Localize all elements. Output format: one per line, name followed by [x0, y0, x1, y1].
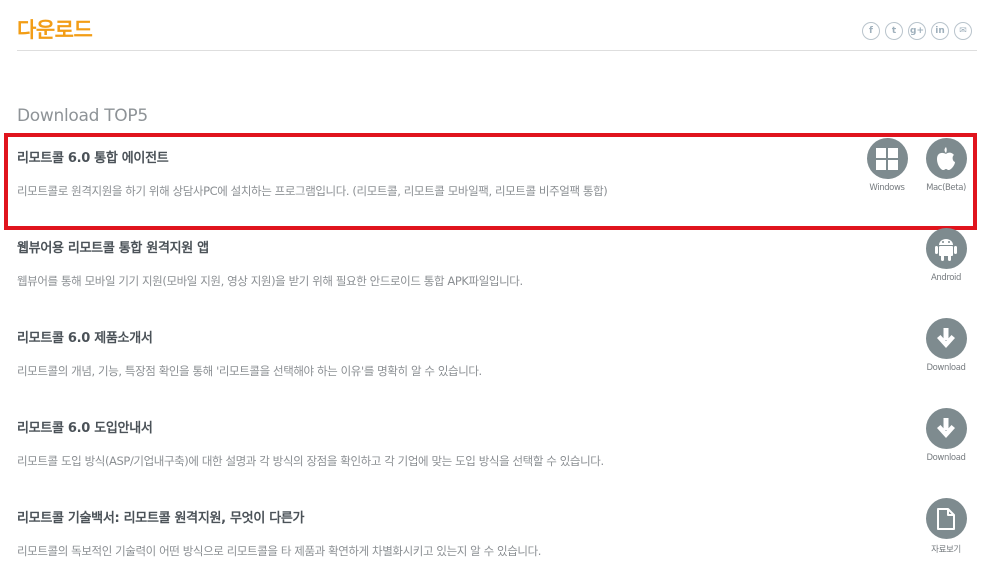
android-icon	[925, 228, 967, 269]
googleplus-icon[interactable]: g+	[908, 22, 926, 40]
item-title[interactable]: 리모트콜 6.0 도입안내서	[17, 417, 153, 436]
item-title[interactable]: 리모트콜 6.0 통합 에이전트	[17, 147, 169, 166]
item-title[interactable]: 웹뷰어용 리모트콜 통합 원격지원 앱	[17, 237, 209, 256]
header-divider	[17, 50, 977, 51]
download-page: 다운로드 f t g+ in ✉ Download TOP5 리모트콜 6.0 …	[0, 0, 987, 583]
item-description: 리모트콜의 독보적인 기술력이 어떤 방식으로 리모트콜을 타 제품과 확연하게…	[17, 544, 542, 558]
item-description: 리모트콜의 개념, 기능, 특장점 확인을 통해 '리모트콜을 선택해야 하는 …	[17, 364, 482, 378]
button-label: Mac(Beta)	[926, 183, 966, 193]
button-label: Android	[930, 273, 962, 283]
mac-download-button[interactable]: Mac(Beta)	[917, 138, 975, 193]
mail-icon[interactable]: ✉	[954, 22, 972, 40]
button-label: Download	[926, 363, 966, 373]
social-share-bar: f t g+ in ✉	[862, 22, 972, 40]
windows-download-button[interactable]: Windows	[858, 138, 916, 193]
facebook-icon[interactable]: f	[862, 22, 880, 40]
item-description: 리모트콜 도입 방식(ASP/기업내구축)에 대한 설명과 각 방식의 장점을 …	[17, 454, 604, 468]
download-button[interactable]: Download	[917, 408, 975, 463]
button-label: Windows	[869, 183, 905, 193]
section-heading: Download TOP5	[17, 106, 148, 126]
download-button[interactable]: Download	[917, 318, 975, 373]
button-label: 자료보기	[931, 545, 961, 555]
android-download-button[interactable]: Android	[917, 228, 975, 283]
apple-icon	[925, 138, 967, 179]
linkedin-icon[interactable]: in	[931, 22, 949, 40]
item-description: 웹뷰어를 통해 모바일 기기 지원(모바일 지원, 영상 지원)을 받기 위해 …	[17, 274, 523, 288]
button-label: Download	[926, 453, 966, 463]
page-title: 다운로드	[17, 18, 93, 42]
twitter-icon[interactable]: t	[885, 22, 903, 40]
view-document-button[interactable]: 자료보기	[917, 498, 975, 555]
item-title[interactable]: 리모트콜 기술백서: 리모트콜 원격지원, 무엇이 다른가	[17, 507, 304, 526]
item-description: 리모트콜로 원격지원을 하기 위해 상담사PC에 설치하는 프로그램입니다. (…	[17, 184, 608, 198]
download-arrow-icon	[925, 408, 967, 449]
item-title[interactable]: 리모트콜 6.0 제품소개서	[17, 327, 153, 346]
download-arrow-icon	[925, 318, 967, 359]
document-icon	[925, 498, 967, 539]
windows-icon	[866, 138, 908, 179]
